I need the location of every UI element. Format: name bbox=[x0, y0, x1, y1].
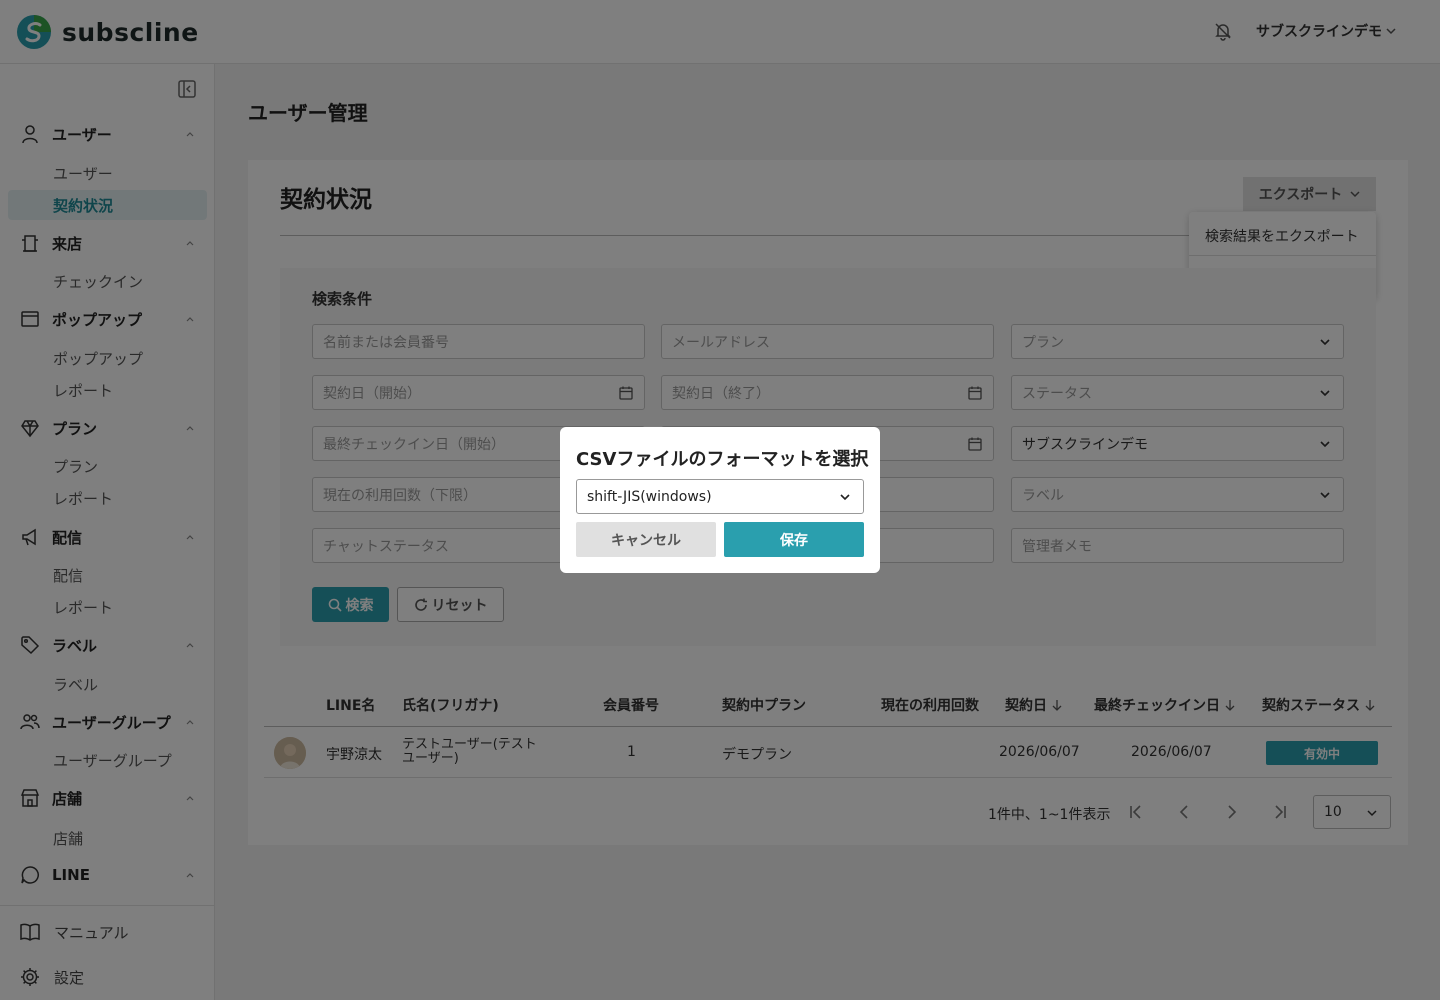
save-button[interactable]: 保存 bbox=[724, 522, 864, 557]
dialog-title: CSVファイルのフォーマットを選択 bbox=[576, 449, 869, 470]
csv-format-dialog: CSVファイルのフォーマットを選択 shift-JIS(windows) キャン… bbox=[560, 427, 880, 573]
cancel-button[interactable]: キャンセル bbox=[576, 522, 716, 557]
csv-format-value: shift-JIS(windows) bbox=[587, 488, 712, 505]
csv-format-select[interactable]: shift-JIS(windows) bbox=[576, 479, 864, 514]
chevron-down-icon bbox=[840, 494, 850, 501]
